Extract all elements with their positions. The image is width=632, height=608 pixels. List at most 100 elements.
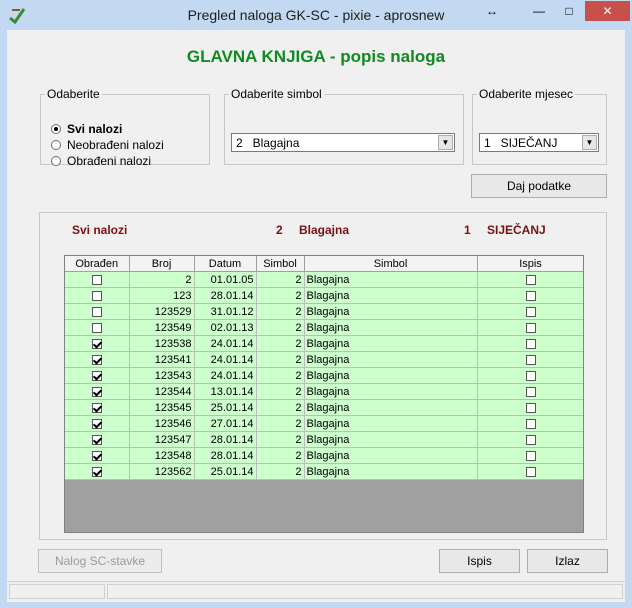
ispis-checkbox[interactable] bbox=[525, 274, 536, 285]
column-header-simbol-naziv[interactable]: Simbol bbox=[304, 256, 478, 272]
table-row[interactable]: 123543 24.01.14 2 Blagajna bbox=[65, 367, 583, 384]
column-header-simbol[interactable]: Simbol bbox=[256, 256, 305, 272]
resize-icon[interactable]: ↔ bbox=[480, 1, 504, 21]
status-bar bbox=[7, 581, 625, 602]
ispis-checkbox[interactable] bbox=[525, 370, 536, 381]
column-header-obraden[interactable]: Obrađen bbox=[65, 256, 130, 272]
obraden-checkbox[interactable] bbox=[91, 466, 102, 477]
obraden-cell bbox=[65, 431, 130, 448]
cell-simbol-naziv: Blagajna bbox=[304, 463, 478, 480]
cell-datum: 02.01.13 bbox=[194, 319, 257, 336]
nalog-sc-stavke-button[interactable]: Nalog SC-stavke bbox=[38, 549, 162, 573]
column-header-broj[interactable]: Broj bbox=[129, 256, 195, 272]
cell-broj: 123548 bbox=[129, 447, 195, 464]
obraden-checkbox[interactable] bbox=[91, 274, 102, 285]
orders-grid[interactable]: Obrađen Broj Datum Simbol Simbol Ispis 2… bbox=[64, 255, 584, 533]
table-row[interactable]: 123562 25.01.14 2 Blagajna bbox=[65, 463, 583, 480]
obraden-checkbox[interactable] bbox=[91, 434, 102, 445]
table-row[interactable]: 123546 27.01.14 2 Blagajna bbox=[65, 415, 583, 432]
cell-broj: 123545 bbox=[129, 399, 195, 416]
table-row[interactable]: 123544 13.01.14 2 Blagajna bbox=[65, 383, 583, 400]
cell-broj: 123547 bbox=[129, 431, 195, 448]
cell-broj: 123562 bbox=[129, 463, 195, 480]
symbol-select[interactable]: 2 Blagajna ▼ bbox=[231, 133, 455, 152]
print-button[interactable]: Ispis bbox=[439, 549, 520, 573]
cell-simbol-naziv: Blagajna bbox=[304, 335, 478, 352]
radio-obradeni-nalozi[interactable]: Obrađeni nalozi bbox=[51, 153, 151, 169]
cell-datum: 28.01.14 bbox=[194, 447, 257, 464]
summary-filter: Svi nalozi bbox=[72, 223, 128, 237]
obraden-checkbox[interactable] bbox=[91, 450, 102, 461]
ispis-checkbox[interactable] bbox=[525, 450, 536, 461]
obraden-checkbox[interactable] bbox=[91, 306, 102, 317]
table-row[interactable]: 2 01.01.05 2 Blagajna bbox=[65, 271, 583, 288]
obraden-cell bbox=[65, 351, 130, 368]
results-panel: Svi nalozi 2 Blagajna 1 SIJEČANJ Obrađen… bbox=[39, 212, 607, 540]
cell-simbol: 2 bbox=[256, 319, 305, 336]
cell-datum: 31.01.12 bbox=[194, 303, 257, 320]
cell-broj: 123 bbox=[129, 287, 195, 304]
ispis-checkbox[interactable] bbox=[525, 290, 536, 301]
cell-broj: 123538 bbox=[129, 335, 195, 352]
radio-selected-icon bbox=[51, 124, 61, 134]
column-header-datum[interactable]: Datum bbox=[194, 256, 257, 272]
chevron-down-icon[interactable]: ▼ bbox=[582, 135, 597, 150]
ispis-checkbox[interactable] bbox=[525, 434, 536, 445]
obraden-cell bbox=[65, 335, 130, 352]
filter-group-legend: Odaberite bbox=[47, 87, 100, 101]
cell-simbol-naziv: Blagajna bbox=[304, 415, 478, 432]
obraden-checkbox[interactable] bbox=[91, 322, 102, 333]
month-select[interactable]: 1 SIJEČANJ ▼ bbox=[479, 133, 599, 152]
chevron-down-icon[interactable]: ▼ bbox=[438, 135, 453, 150]
obraden-checkbox[interactable] bbox=[91, 338, 102, 349]
radio-neobradeni-nalozi[interactable]: Neobrađeni nalozi bbox=[51, 137, 164, 153]
ispis-cell bbox=[477, 415, 583, 432]
summary-symbol-name: Blagajna bbox=[299, 223, 350, 237]
ispis-cell bbox=[477, 431, 583, 448]
table-row[interactable]: 123548 28.01.14 2 Blagajna bbox=[65, 447, 583, 464]
cell-simbol: 2 bbox=[256, 351, 305, 368]
radio-svi-nalozi[interactable]: Svi nalozi bbox=[51, 121, 122, 137]
table-row[interactable]: 123538 24.01.14 2 Blagajna bbox=[65, 335, 583, 352]
get-data-button[interactable]: Daj podatke bbox=[471, 174, 607, 198]
ispis-checkbox[interactable] bbox=[525, 466, 536, 477]
ispis-checkbox[interactable] bbox=[525, 386, 536, 397]
close-button[interactable]: ✕ bbox=[585, 1, 630, 21]
ispis-checkbox[interactable] bbox=[525, 418, 536, 429]
cell-datum: 25.01.14 bbox=[194, 399, 257, 416]
table-row[interactable]: 123549 02.01.13 2 Blagajna bbox=[65, 319, 583, 336]
table-row[interactable]: 123541 24.01.14 2 Blagajna bbox=[65, 351, 583, 368]
obraden-checkbox[interactable] bbox=[91, 418, 102, 429]
ispis-cell bbox=[477, 463, 583, 480]
status-cell bbox=[107, 584, 623, 599]
cell-simbol: 2 bbox=[256, 271, 305, 288]
table-row[interactable]: 123529 31.01.12 2 Blagajna bbox=[65, 303, 583, 320]
cell-simbol-naziv: Blagajna bbox=[304, 431, 478, 448]
table-row[interactable]: 123545 25.01.14 2 Blagajna bbox=[65, 399, 583, 416]
obraden-cell bbox=[65, 271, 130, 288]
ispis-checkbox[interactable] bbox=[525, 338, 536, 349]
minimize-button[interactable]: — bbox=[526, 1, 552, 21]
symbol-group: Odaberite simbol 2 Blagajna ▼ bbox=[224, 87, 464, 165]
ispis-checkbox[interactable] bbox=[525, 322, 536, 333]
column-header-ispis[interactable]: Ispis bbox=[477, 256, 583, 272]
month-group: Odaberite mjesec 1 SIJEČANJ ▼ bbox=[472, 87, 607, 165]
obraden-checkbox[interactable] bbox=[91, 290, 102, 301]
obraden-checkbox[interactable] bbox=[91, 370, 102, 381]
ispis-checkbox[interactable] bbox=[525, 306, 536, 317]
obraden-checkbox[interactable] bbox=[91, 402, 102, 413]
ispis-checkbox[interactable] bbox=[525, 354, 536, 365]
obraden-checkbox[interactable] bbox=[91, 386, 102, 397]
month-group-legend: Odaberite mjesec bbox=[479, 87, 574, 101]
ispis-checkbox[interactable] bbox=[525, 402, 536, 413]
title-bar[interactable]: Pregled naloga GK-SC - pixie - aprosnew … bbox=[0, 0, 632, 30]
table-row[interactable]: 123 28.01.14 2 Blagajna bbox=[65, 287, 583, 304]
maximize-button[interactable]: □ bbox=[556, 1, 582, 21]
summary-month-no: 1 bbox=[464, 223, 471, 237]
cell-simbol-naziv: Blagajna bbox=[304, 271, 478, 288]
obraden-checkbox[interactable] bbox=[91, 354, 102, 365]
obraden-cell bbox=[65, 303, 130, 320]
exit-button[interactable]: Izlaz bbox=[527, 549, 608, 573]
cell-simbol: 2 bbox=[256, 367, 305, 384]
table-row[interactable]: 123547 28.01.14 2 Blagajna bbox=[65, 431, 583, 448]
